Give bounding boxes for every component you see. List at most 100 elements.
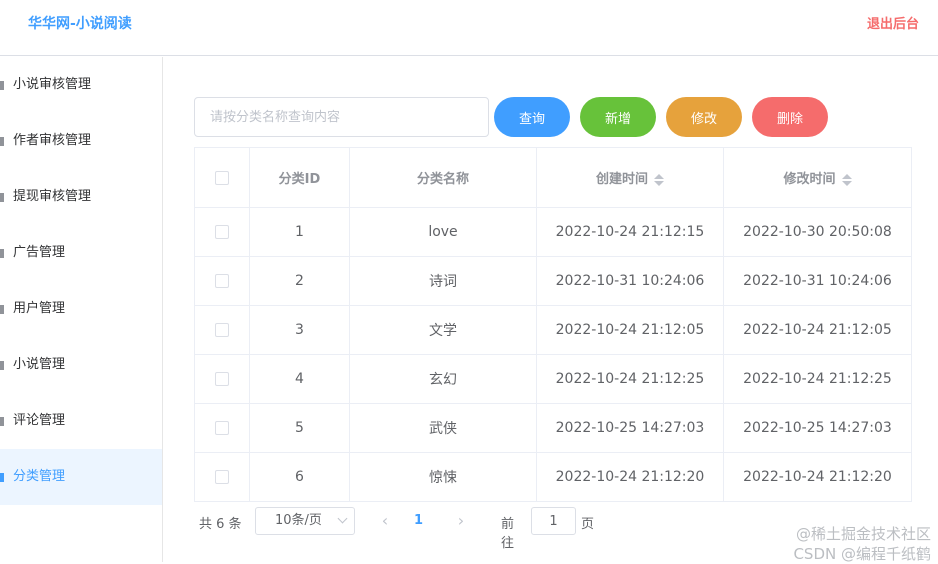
select-all-checkbox[interactable] xyxy=(215,170,229,185)
cell-name: love xyxy=(349,207,537,257)
search-input[interactable] xyxy=(194,97,489,137)
table-row[interactable]: 2 诗词 2022-10-31 10:24:06 2022-10-31 10:2… xyxy=(194,256,912,306)
delete-button[interactable]: 删除 xyxy=(752,97,828,137)
cell-modified: 2022-10-30 20:50:08 xyxy=(723,207,912,257)
menu-marker-icon xyxy=(0,417,4,426)
column-header-modified[interactable]: 修改时间 xyxy=(723,147,912,208)
prev-page-button[interactable]: ‹ xyxy=(375,507,395,535)
site-title: 华华网-小说阅读 xyxy=(28,16,132,32)
sidebar-item-label: 分类管理 xyxy=(13,469,66,484)
sidebar-item-users[interactable]: 用户管理 xyxy=(0,281,162,337)
cell-created: 2022-10-24 21:12:20 xyxy=(536,452,724,502)
menu-marker-icon xyxy=(0,81,4,90)
pagination-total: 共 6 条 xyxy=(199,517,242,532)
sidebar-item-novel-review[interactable]: 小说审核管理 xyxy=(0,57,162,113)
column-header-id: 分类ID xyxy=(249,147,350,208)
sidebar-item-label: 用户管理 xyxy=(13,301,66,316)
column-header-name: 分类名称 xyxy=(349,147,537,208)
cell-id: 4 xyxy=(249,354,350,404)
cell-name: 文学 xyxy=(349,305,537,355)
cell-id: 1 xyxy=(249,207,350,257)
page-suffix-label: 页 xyxy=(581,517,595,532)
cell-created: 2022-10-24 21:12:15 xyxy=(536,207,724,257)
cell-id: 6 xyxy=(249,452,350,502)
menu-marker-icon xyxy=(0,361,4,370)
sort-caret-icon[interactable] xyxy=(654,173,664,187)
row-checkbox[interactable] xyxy=(215,421,229,435)
cell-name: 玄幻 xyxy=(349,354,537,404)
row-select-cell xyxy=(194,403,250,453)
table-row[interactable]: 4 玄幻 2022-10-24 21:12:25 2022-10-24 21:1… xyxy=(194,354,912,404)
table-row[interactable]: 6 惊悚 2022-10-24 21:12:20 2022-10-24 21:1… xyxy=(194,452,912,502)
sidebar-item-comments[interactable]: 评论管理 xyxy=(0,393,162,449)
cell-created: 2022-10-25 14:27:03 xyxy=(536,403,724,453)
cell-created: 2022-10-31 10:24:06 xyxy=(536,256,724,306)
cell-modified: 2022-10-31 10:24:06 xyxy=(723,256,912,306)
sidebar-item-label: 小说审核管理 xyxy=(13,77,92,92)
sort-caret-icon[interactable] xyxy=(841,173,852,187)
chevron-down-icon xyxy=(337,513,348,524)
page-size-select[interactable]: 10条/页 xyxy=(255,507,355,535)
cell-id: 2 xyxy=(249,256,350,306)
sidebar-item-categories[interactable]: 分类管理 xyxy=(0,449,162,505)
sidebar-item-label: 小说管理 xyxy=(13,357,66,372)
row-checkbox[interactable] xyxy=(215,372,229,386)
table-header-row: 分类ID 分类名称 创建时间 修改时间 xyxy=(194,147,912,208)
cell-created: 2022-10-24 21:12:25 xyxy=(536,354,724,404)
row-checkbox[interactable] xyxy=(215,470,229,484)
cell-modified: 2022-10-25 14:27:03 xyxy=(723,403,912,453)
cell-modified: 2022-10-24 21:12:25 xyxy=(723,354,912,404)
sidebar-item-label: 广告管理 xyxy=(13,245,66,260)
menu-marker-icon xyxy=(0,305,4,314)
sidebar-item-label: 评论管理 xyxy=(13,413,66,428)
menu-marker-icon xyxy=(0,137,4,146)
next-page-button[interactable]: › xyxy=(451,507,471,535)
top-header: 华华网-小说阅读 退出后台 xyxy=(0,0,938,56)
row-select-cell xyxy=(194,256,250,306)
category-table: 分类ID 分类名称 创建时间 修改时间 1 love 2022-10-24 21… xyxy=(194,147,912,502)
table-row[interactable]: 3 文学 2022-10-24 21:12:05 2022-10-24 21:1… xyxy=(194,305,912,355)
cell-name: 武侠 xyxy=(349,403,537,453)
goto-label: 前往 xyxy=(501,517,515,551)
column-header-label: 修改时间 xyxy=(783,172,836,187)
watermark-line: CSDN @编程千纸鹤 xyxy=(793,545,931,563)
page-size-value: 10条/页 xyxy=(275,513,322,528)
goto-page-input[interactable] xyxy=(531,507,576,535)
column-header-created[interactable]: 创建时间 xyxy=(536,147,724,208)
watermark: @稀土掘金技术社区 CSDN @编程千纸鹤 xyxy=(751,524,931,564)
add-button[interactable]: 新增 xyxy=(580,97,656,137)
menu-marker-icon xyxy=(0,193,4,202)
select-all-cell xyxy=(194,147,250,208)
edit-button[interactable]: 修改 xyxy=(666,97,742,137)
sidebar-item-label: 作者审核管理 xyxy=(13,133,92,148)
row-select-cell xyxy=(194,354,250,404)
sidebar-item-ads[interactable]: 广告管理 xyxy=(0,225,162,281)
row-select-cell xyxy=(194,207,250,257)
sidebar-menu: 小说审核管理 作者审核管理 提现审核管理 广告管理 用户管理 小说管理 评论管理… xyxy=(0,57,163,562)
query-button[interactable]: 查询 xyxy=(494,97,570,137)
sidebar-item-author-review[interactable]: 作者审核管理 xyxy=(0,113,162,169)
cell-modified: 2022-10-24 21:12:20 xyxy=(723,452,912,502)
row-checkbox[interactable] xyxy=(215,274,229,288)
sidebar-item-novels[interactable]: 小说管理 xyxy=(0,337,162,393)
cell-id: 5 xyxy=(249,403,350,453)
sidebar-item-withdraw-review[interactable]: 提现审核管理 xyxy=(0,169,162,225)
row-checkbox[interactable] xyxy=(215,225,229,239)
row-select-cell xyxy=(194,452,250,502)
page-number-current[interactable]: 1 xyxy=(414,513,423,528)
cell-created: 2022-10-24 21:12:05 xyxy=(536,305,724,355)
sidebar-item-label: 提现审核管理 xyxy=(13,189,92,204)
row-checkbox[interactable] xyxy=(215,323,229,337)
table-row[interactable]: 5 武侠 2022-10-25 14:27:03 2022-10-25 14:2… xyxy=(194,403,912,453)
menu-marker-icon xyxy=(0,473,4,482)
cell-id: 3 xyxy=(249,305,350,355)
cell-name: 惊悚 xyxy=(349,452,537,502)
column-header-label: 创建时间 xyxy=(595,172,648,187)
row-select-cell xyxy=(194,305,250,355)
logout-link[interactable]: 退出后台 xyxy=(867,13,919,32)
cell-name: 诗词 xyxy=(349,256,537,306)
cell-modified: 2022-10-24 21:12:05 xyxy=(723,305,912,355)
table-row[interactable]: 1 love 2022-10-24 21:12:15 2022-10-30 20… xyxy=(194,207,912,257)
watermark-line: @稀土掘金技术社区 xyxy=(795,525,931,543)
menu-marker-icon xyxy=(0,249,4,258)
